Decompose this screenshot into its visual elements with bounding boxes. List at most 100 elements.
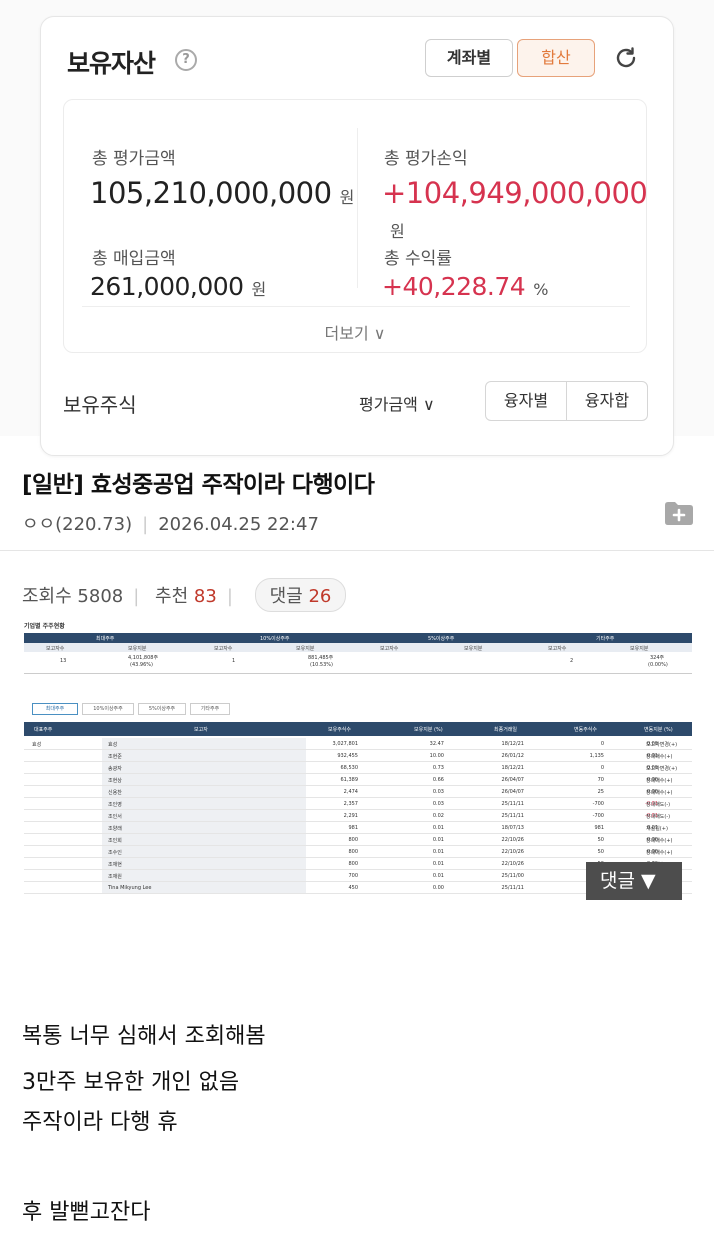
loan-combined-button[interactable]: 융자합 [566, 381, 648, 421]
subheader-cell: 보유지분 [128, 646, 147, 652]
cell: 0.03 [432, 801, 444, 807]
cell: 324주 [650, 655, 665, 661]
question-circle-icon[interactable]: ? [175, 49, 197, 71]
cell: 881,485주 [308, 655, 334, 661]
likes-count: 83 [193, 586, 217, 607]
cell: 장내매수(+) [646, 838, 673, 844]
cell: 0.02 [432, 813, 444, 819]
table-row: 조인희 800 0.01 22/10/26 50 0.00 장내매수(+) [24, 834, 692, 846]
cell: 조인서 [108, 814, 122, 820]
views-label: 조회수 [22, 586, 72, 607]
cell: -700 [592, 813, 604, 819]
cell: 조인희 [108, 838, 122, 844]
cell: 장내매수(+) [646, 850, 673, 856]
cell: (10.53%) [310, 662, 333, 668]
cell: 26/04/07 [501, 777, 524, 783]
post-title: [일반] 효성중공업 주작이라 다행이다 [22, 472, 375, 498]
table-row: 조인서 2,291 0.02 25/11/11 -700 -0.01 장내매도(-) [24, 810, 692, 822]
cell: 26/01/12 [501, 753, 524, 759]
post-body-line: 주작이라 다행 휴 [22, 1110, 178, 1135]
cell: 2,291 [343, 813, 358, 819]
table-row: 효성 효성 3,027,801 32.47 18/12/21 0 0.00 보고자변경(+) [24, 738, 692, 750]
header-cell: 변동주식수 [574, 727, 598, 733]
cell: 3,027,801 [332, 741, 358, 747]
header-cell: 대표주주 [34, 727, 53, 733]
cell: 조양래 [108, 826, 122, 832]
header-cell: 보유지분 (%) [414, 727, 443, 733]
subheader-cell: 보고자수 [46, 646, 65, 652]
summary-table-header: 최대주주 10%이상주주 5%이상주주 기타주주 [24, 633, 692, 643]
cell: 22/10/26 [501, 837, 524, 843]
comments-pill[interactable]: 댓글 26 [254, 578, 347, 612]
total-return-label: 총 수익률 [384, 249, 452, 269]
table-row: 조인영 2,357 0.03 25/11/11 -700 -0.01 장내매도(-) [24, 798, 692, 810]
tab-largest[interactable]: 최대주주 [32, 703, 78, 715]
header-cell: 변동지분 (%) [644, 727, 673, 733]
header-cell: 5%이상주주 [428, 636, 455, 642]
cell: 25/11/11 [501, 801, 524, 807]
folder-plus-icon[interactable] [664, 500, 694, 526]
cell: 0.01 [432, 825, 444, 831]
cell: 13 [60, 658, 67, 664]
cell: 25/11/11 [501, 813, 524, 819]
tab-other[interactable]: 기타주주 [190, 703, 230, 715]
cell: 0.73 [432, 765, 444, 771]
view-by-account-button[interactable]: 계좌별 [425, 39, 513, 77]
cell: 0.01 [432, 861, 444, 867]
refresh-icon[interactable] [613, 45, 639, 71]
cell: 800 [348, 861, 358, 867]
table-row: 조현준 932,455 10.00 26/01/12 1,135 0.01 장내매수(+) [24, 750, 692, 762]
cell: 조재원 [108, 874, 122, 880]
subheader-cell: 보고자수 [380, 646, 399, 652]
table-row: 조현상 61,389 0.66 26/04/07 70 0.00 장내매수(+) [24, 774, 692, 786]
cell: 68,530 [340, 765, 359, 771]
post-body-line: 3만주 보유한 개인 없음 [22, 1070, 240, 1095]
cell: 2 [570, 658, 574, 664]
loan-individual-button[interactable]: 융자별 [485, 381, 567, 421]
subheader-cell: 보유지분 [296, 646, 315, 652]
total-eval-label: 총 평가금액 [92, 149, 176, 169]
cell: -700 [592, 801, 604, 807]
cell: 장내매수(+) [646, 754, 673, 760]
likes-label: 추천 [155, 586, 189, 607]
cell: 0.01 [432, 873, 444, 879]
cell: 송광자 [108, 766, 122, 772]
reply-toggle-button[interactable]: 댓글 ▼ [586, 862, 682, 900]
cell: 장내매도(-) [646, 802, 671, 808]
cell: 25 [597, 789, 604, 795]
cell: (43.96%) [130, 662, 153, 668]
tab-5pct[interactable]: 5%이상주주 [138, 703, 186, 715]
cell: 932,455 [337, 753, 358, 759]
header-cell: 보유주식수 [328, 727, 352, 733]
cell: 보고자변경(+) [646, 742, 678, 748]
cell: Tina Mikyung Lee [108, 885, 152, 891]
view-total-button[interactable]: 합산 [517, 39, 595, 77]
cell: 981 [594, 825, 604, 831]
cell: 10.00 [429, 753, 444, 759]
cell: 보고자변경(+) [646, 766, 678, 772]
total-eval-value: 105,210,000,000 원 [90, 176, 355, 210]
cell: 신용찬 [108, 790, 122, 796]
portfolio-screenshot: 보유자산 ? 계좌별 합산 총 평가금액 105,210,000,000 원 총 … [0, 0, 714, 456]
cell: 0 [600, 741, 604, 747]
cell: 장내매수(+) [646, 778, 673, 784]
header-cell: 최대주주 [96, 636, 115, 642]
cell: 0.00 [432, 885, 444, 891]
cell: 4,101,808주 [128, 655, 159, 661]
cell: 0 [600, 765, 604, 771]
summary-table-subheader: 보고자수 보유지분 보고자수 보유지분 보고자수 보유지분 보고자수 보유지분 [24, 643, 692, 652]
post-datetime: 2026.04.25 22:47 [158, 514, 319, 535]
cell: 50 [597, 849, 604, 855]
cell: (0.00%) [648, 662, 668, 668]
total-return-value: +40,228.74% [382, 272, 549, 301]
more-link[interactable]: 더보기 ∨ [64, 320, 646, 344]
cell: 0.01 [432, 849, 444, 855]
summary-divider [357, 128, 358, 288]
tab-10pct[interactable]: 10%이상주주 [82, 703, 134, 715]
post-author[interactable]: ㅇㅇ(220.73) [22, 514, 132, 535]
table-row: 조수인 800 0.01 22/10/26 50 0.00 장내매수(+) [24, 846, 692, 858]
cell: 800 [348, 849, 358, 855]
cell: 1,135 [589, 753, 604, 759]
sort-dropdown[interactable]: 평가금액 ∨ [359, 391, 435, 415]
total-buy-value: 261,000,000 원 [90, 272, 267, 301]
